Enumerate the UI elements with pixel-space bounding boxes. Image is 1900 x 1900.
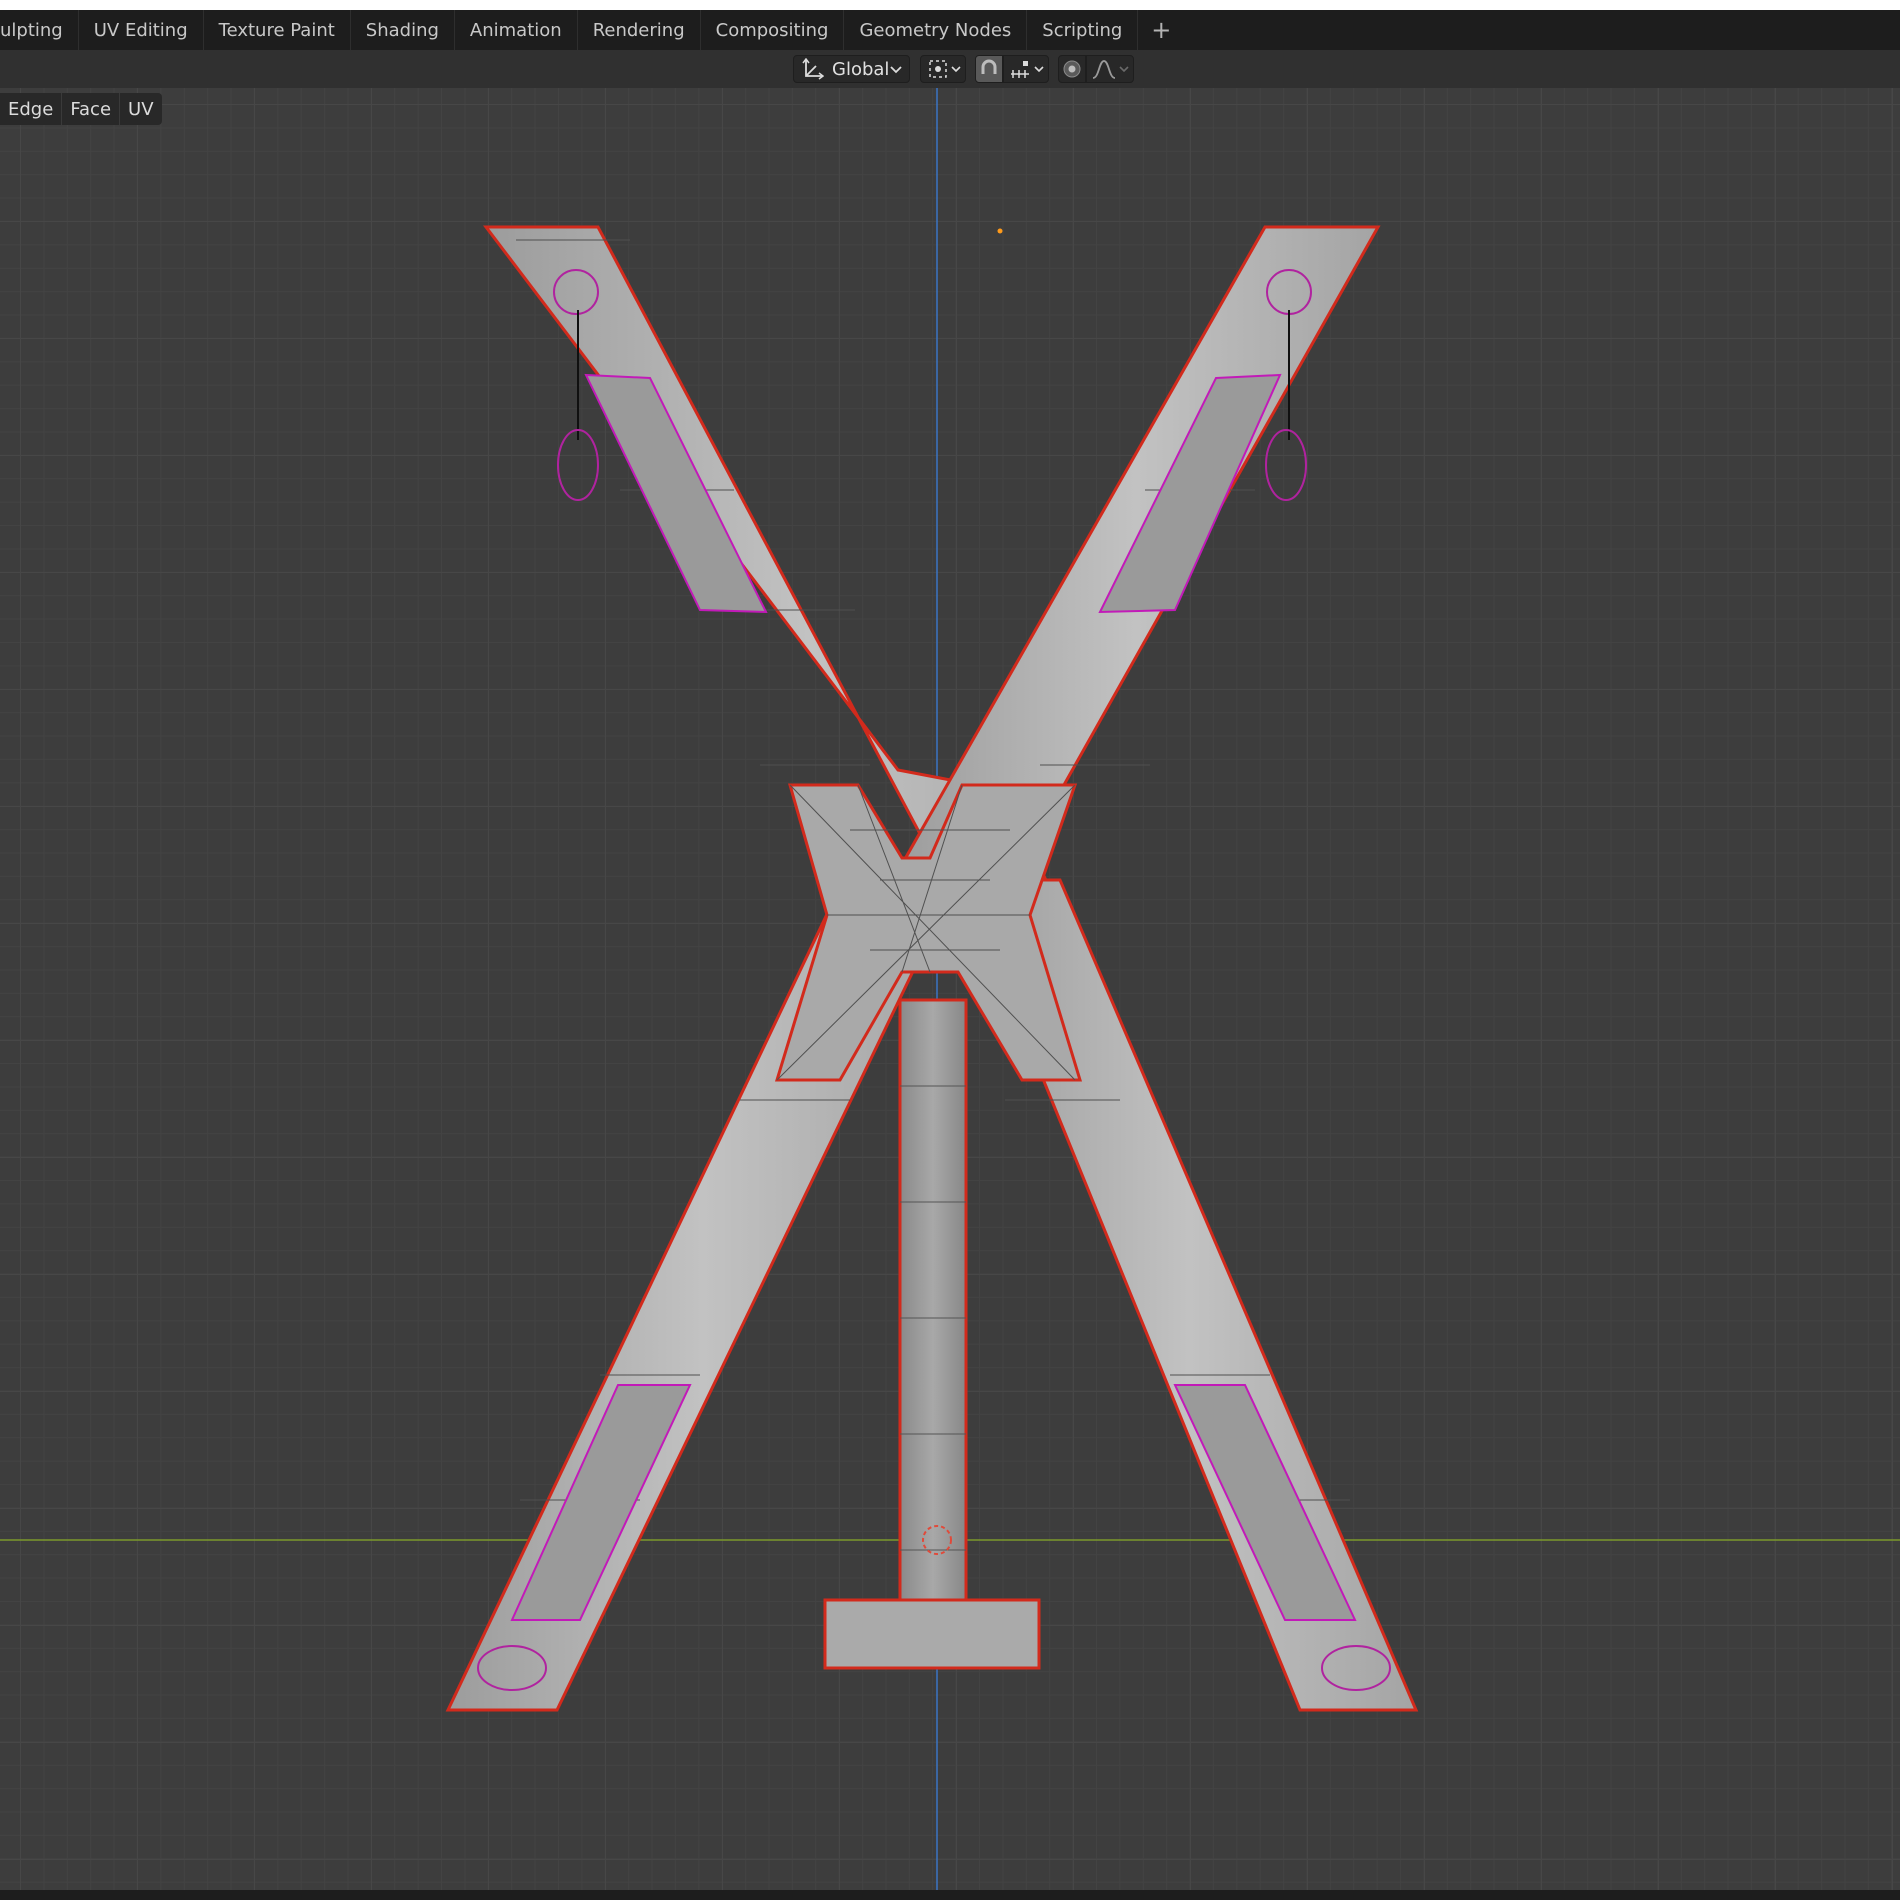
transform-orientation-label: Global bbox=[832, 58, 890, 80]
tab-shading[interactable]: Shading bbox=[351, 10, 455, 50]
tab-animation[interactable]: Animation bbox=[455, 10, 578, 50]
falloff-curve-icon bbox=[1091, 58, 1117, 80]
proportional-edit-toggle[interactable] bbox=[1058, 55, 1086, 83]
proportional-edit-icon bbox=[1062, 59, 1082, 79]
tab-texture-paint[interactable]: Texture Paint bbox=[204, 10, 351, 50]
falloff-dropdown[interactable] bbox=[1086, 55, 1134, 83]
plus-icon[interactable]: + bbox=[1144, 13, 1178, 47]
snap-toggle-button[interactable] bbox=[975, 55, 1003, 83]
transform-axes-icon bbox=[802, 58, 824, 80]
tab-geometry-nodes[interactable]: Geometry Nodes bbox=[844, 10, 1028, 50]
tab-sculpting[interactable]: ulpting bbox=[0, 10, 79, 50]
transform-orientation-dropdown[interactable]: Global bbox=[793, 55, 910, 83]
pivot-point-icon bbox=[927, 58, 949, 80]
window-titlebar bbox=[0, 0, 1900, 10]
pivot-point-dropdown[interactable] bbox=[920, 55, 966, 83]
snap-increment-icon bbox=[1009, 58, 1031, 80]
face-menu[interactable]: Face bbox=[62, 93, 121, 125]
3d-viewport[interactable] bbox=[0, 88, 1900, 1890]
magnet-snap-icon bbox=[979, 58, 999, 80]
edge-menu[interactable]: Edge bbox=[0, 93, 63, 125]
chevron-down-icon bbox=[950, 60, 962, 78]
status-bar bbox=[0, 1890, 1900, 1900]
tab-rendering[interactable]: Rendering bbox=[578, 10, 701, 50]
uv-menu[interactable]: UV bbox=[120, 93, 162, 125]
viewport-header-menus: Edge Face UV bbox=[0, 93, 162, 125]
tab-uv-editing[interactable]: UV Editing bbox=[79, 10, 204, 50]
chevron-down-icon bbox=[1033, 60, 1045, 78]
tab-compositing[interactable]: Compositing bbox=[701, 10, 845, 50]
workspace-tabs-bar: ulpting UV Editing Texture Paint Shading… bbox=[0, 10, 1900, 50]
snap-target-dropdown[interactable] bbox=[1003, 55, 1049, 83]
tab-scripting[interactable]: Scripting bbox=[1027, 10, 1139, 50]
chevron-down-icon bbox=[1118, 60, 1130, 78]
chevron-down-icon bbox=[889, 60, 903, 78]
